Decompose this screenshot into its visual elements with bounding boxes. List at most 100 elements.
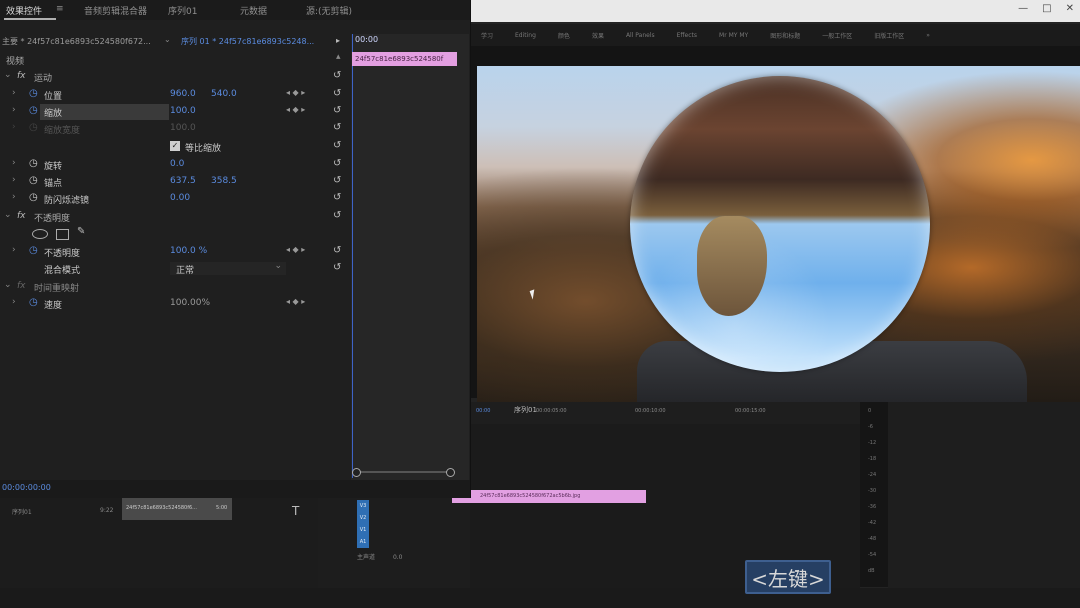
- scale-value[interactable]: 100.0: [170, 106, 196, 116]
- stopwatch-icon[interactable]: ◷: [29, 175, 38, 186]
- reset-icon[interactable]: ↺: [333, 122, 341, 133]
- position-y-value[interactable]: 540.0: [211, 89, 237, 99]
- param-scale-width-label: 缩放宽度: [44, 126, 81, 136]
- timeline-clip[interactable]: 24f57c81e6893c524580f672ac5b6b.jpg: [452, 490, 646, 503]
- workspace-item[interactable]: 效果: [581, 31, 615, 40]
- stopwatch-icon[interactable]: ◷: [29, 245, 38, 256]
- workspace-item[interactable]: 一般工作区: [811, 31, 863, 40]
- source-clip-selector[interactable]: 主要 * 24f57c81e6893c524580f672...: [2, 36, 151, 47]
- reset-icon[interactable]: ↺: [333, 210, 341, 221]
- collapse-icon[interactable]: ▴: [336, 52, 341, 62]
- chevron-right-icon[interactable]: ›: [12, 88, 16, 98]
- timeline-ruler[interactable]: 00:00 序列01 00:00:05:00 00:00:10:00 00:00…: [470, 402, 860, 427]
- close-icon[interactable]: ✕: [1066, 3, 1074, 14]
- param-opacity: › ◷ 不透明度 100.0 % ◂ ◆ ▸ ↺: [0, 244, 350, 261]
- chevron-down-icon[interactable]: ⌄: [4, 210, 12, 220]
- uniform-scale-checkbox[interactable]: ✓: [170, 141, 180, 151]
- program-monitor-image[interactable]: [477, 66, 1080, 402]
- param-position-label: 位置: [44, 92, 63, 102]
- reset-icon[interactable]: ↺: [333, 105, 341, 116]
- tab-metadata[interactable]: 元数据: [240, 4, 267, 17]
- speed-value[interactable]: 100.00%: [170, 298, 210, 308]
- rotation-value[interactable]: 0.0: [170, 159, 184, 169]
- workspace-item[interactable]: Effects: [666, 32, 708, 39]
- ellipse-mask-icon[interactable]: [32, 229, 48, 239]
- chevron-down-icon[interactable]: ⌄: [4, 280, 12, 290]
- blend-mode-select[interactable]: 正常 ⌄: [170, 261, 286, 276]
- track-target-v2[interactable]: V2: [357, 512, 369, 524]
- track-target-v3[interactable]: V3: [357, 500, 369, 512]
- effect-time-remap-label: 时间重映射: [34, 284, 80, 294]
- playhead[interactable]: [352, 34, 353, 478]
- stopwatch-icon[interactable]: ◷: [29, 297, 38, 308]
- type-tool-icon[interactable]: T: [292, 504, 299, 518]
- timeline-tab[interactable]: 序列01: [514, 405, 537, 415]
- reset-icon[interactable]: ↺: [333, 245, 341, 256]
- keyframe-nav-icon[interactable]: ◂ ◆ ▸: [286, 245, 305, 254]
- stopwatch-icon[interactable]: ◷: [29, 105, 38, 116]
- fx-icon[interactable]: fx: [17, 211, 26, 221]
- workspace-item[interactable]: 颜色: [547, 31, 581, 40]
- workspace-item[interactable]: Mr MY MY: [708, 32, 759, 39]
- anchor-y-value[interactable]: 358.5: [211, 176, 237, 186]
- workspace-item[interactable]: »: [915, 32, 941, 39]
- ec-bottom-timecode[interactable]: 00:00:00:00: [2, 483, 51, 492]
- stopwatch-icon[interactable]: ◷: [29, 88, 38, 99]
- reset-icon[interactable]: ↺: [333, 140, 341, 151]
- track-target-v1[interactable]: V1: [357, 524, 369, 536]
- workspace-item[interactable]: Editing: [504, 32, 547, 39]
- maximize-icon[interactable]: □: [1042, 3, 1051, 14]
- tab-effect-controls[interactable]: 效果控件: [6, 4, 42, 17]
- fx-icon[interactable]: fx: [17, 71, 26, 81]
- scroll-handle-left[interactable]: [352, 468, 361, 477]
- reset-icon[interactable]: ↺: [333, 70, 341, 81]
- reset-icon[interactable]: ↺: [333, 175, 341, 186]
- reset-icon[interactable]: ↺: [333, 192, 341, 203]
- chevron-right-icon[interactable]: ›: [12, 158, 16, 168]
- chevron-right-icon[interactable]: ›: [12, 245, 16, 255]
- chevron-right-icon[interactable]: ›: [12, 105, 16, 115]
- tab-audio-mixer[interactable]: 音频剪辑混合器: [84, 4, 147, 17]
- effect-motion[interactable]: ⌄ fx 运动 ↺: [0, 69, 350, 86]
- effect-time-remap[interactable]: ⌄ fx 时间重映射: [0, 279, 350, 296]
- chevron-right-icon[interactable]: ›: [12, 192, 16, 202]
- workspace-item[interactable]: All Panels: [615, 32, 666, 39]
- opacity-value[interactable]: 100.0 %: [170, 246, 207, 256]
- chevron-down-icon[interactable]: ⌄: [164, 35, 171, 44]
- keyframe-nav-icon[interactable]: ◂ ◆ ▸: [286, 297, 305, 306]
- antiflicker-value[interactable]: 0.00: [170, 193, 190, 203]
- workspace-item[interactable]: 旧版工作区: [863, 31, 915, 40]
- effect-controls-timeline[interactable]: [351, 34, 469, 480]
- keyframe-nav-icon[interactable]: ◂ ◆ ▸: [286, 105, 305, 114]
- workspace-item[interactable]: 图形和标题: [759, 31, 811, 40]
- source-row: 主要 * 24f57c81e6893c524580f672... ⌄ 序列 01…: [0, 34, 350, 50]
- reset-icon[interactable]: ↺: [333, 262, 341, 273]
- chevron-right-icon[interactable]: ›: [12, 297, 16, 307]
- anchor-x-value[interactable]: 637.5: [170, 176, 196, 186]
- reset-icon[interactable]: ↺: [333, 158, 341, 169]
- ec-zoom-scrollbar[interactable]: [352, 468, 455, 477]
- track-target-a1[interactable]: A1: [357, 536, 369, 548]
- ec-clip-bar[interactable]: 24f57c81e6893c524580f: [352, 52, 457, 66]
- stopwatch-icon[interactable]: ◷: [29, 158, 38, 169]
- pen-mask-icon[interactable]: ✎: [77, 226, 85, 237]
- reset-icon[interactable]: ↺: [333, 88, 341, 99]
- tab-source[interactable]: 源:(无剪辑): [306, 4, 352, 17]
- position-x-value[interactable]: 960.0: [170, 89, 196, 99]
- scroll-handle-right[interactable]: [446, 468, 455, 477]
- play-icon[interactable]: ▸: [336, 36, 340, 45]
- keyframe-nav-icon[interactable]: ◂ ◆ ▸: [286, 88, 305, 97]
- param-rotation-label: 旋转: [44, 162, 63, 172]
- effect-opacity[interactable]: ⌄ fx 不透明度 ↺: [0, 209, 350, 226]
- sequence-clip-link[interactable]: 序列 01 * 24f57c81e6893c5248...: [181, 36, 314, 47]
- chevron-right-icon[interactable]: ›: [12, 175, 16, 185]
- stopwatch-icon[interactable]: ◷: [29, 192, 38, 203]
- minimize-icon[interactable]: —: [1018, 3, 1028, 14]
- project-item[interactable]: 24f57c81e6893c524580f6... 5:00: [122, 497, 232, 520]
- meter-tick: 0: [868, 408, 872, 414]
- tab-menu-icon[interactable]: ≡: [56, 4, 64, 14]
- rectangle-mask-icon[interactable]: [56, 229, 69, 240]
- chevron-down-icon[interactable]: ⌄: [4, 70, 12, 80]
- tab-sequence[interactable]: 序列01: [168, 4, 197, 17]
- workspace-item[interactable]: 学习: [470, 31, 504, 40]
